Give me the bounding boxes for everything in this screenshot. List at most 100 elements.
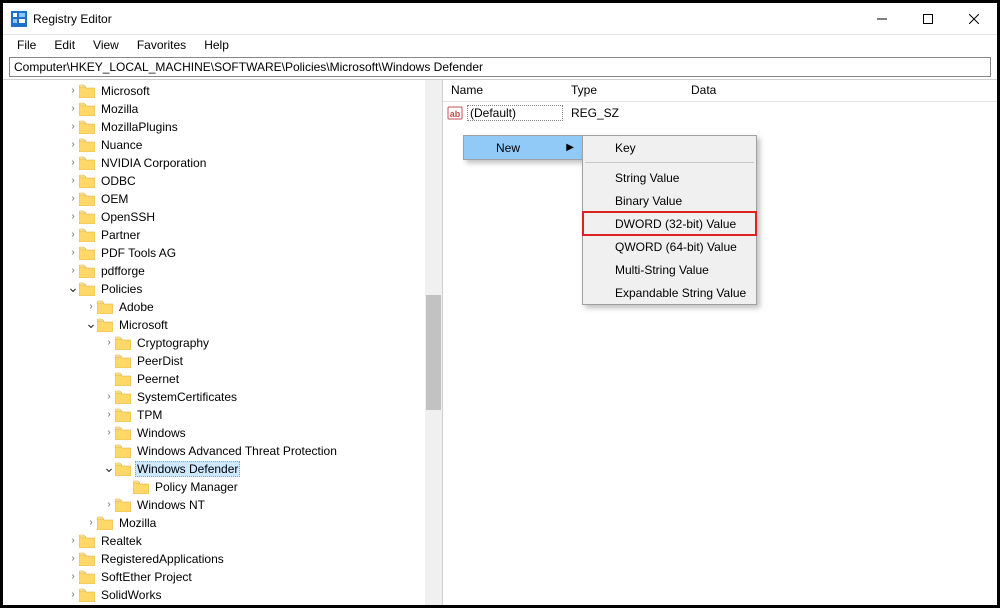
tree-item[interactable]: ›pdfforge [3,262,442,280]
chevron-right-icon[interactable]: › [67,248,79,258]
minimize-button[interactable] [859,3,905,34]
tree-item-label: Realtek [99,534,144,548]
chevron-right-icon[interactable]: › [67,158,79,168]
chevron-right-icon[interactable]: › [67,212,79,222]
tree-pane[interactable]: ›Microsoft›Mozilla›MozillaPlugins›Nuance… [3,80,443,605]
menu-file[interactable]: File [9,36,44,54]
chevron-right-icon[interactable]: › [67,194,79,204]
tree-item-label: RegisteredApplications [99,552,226,566]
context-submenu: Key String ValueBinary Value DWORD (32-bit… [582,135,757,305]
tree-item-label: Peernet [135,372,181,386]
tree-item[interactable]: ›ODBC [3,172,442,190]
chevron-right-icon[interactable]: › [67,266,79,276]
tree-item[interactable]: ›NVIDIA Corporation [3,154,442,172]
context-submenu-label: DWORD (32-bit) Value [615,217,736,231]
chevron-right-icon[interactable]: › [85,302,97,312]
tree-item-label: Nuance [99,138,144,152]
tree-item[interactable]: ›Windows Advanced Threat Protection [3,442,442,460]
chevron-right-icon[interactable]: › [67,104,79,114]
tree-item[interactable]: ›Mozilla [3,100,442,118]
context-submenu-item[interactable]: Expandable String Value [583,281,756,304]
chevron-down-icon[interactable]: ⌄ [103,460,115,474]
menu-favorites[interactable]: Favorites [129,36,194,54]
tree-item[interactable]: ›TPM [3,406,442,424]
tree-item[interactable]: ›PeerDist [3,352,442,370]
folder-icon [115,408,131,422]
folder-icon [79,138,95,152]
context-submenu-label: Expandable String Value [615,286,746,300]
chevron-right-icon[interactable]: › [103,410,115,420]
context-menu-item-new[interactable]: New ▶ [464,136,582,159]
chevron-right-icon[interactable]: › [103,338,115,348]
chevron-down-icon[interactable]: ⌄ [85,316,97,330]
chevron-right-icon[interactable]: › [103,500,115,510]
chevron-right-icon[interactable]: › [67,590,79,600]
tree-item[interactable]: ›PDF Tools AG [3,244,442,262]
tree-item[interactable]: › Realtek [3,532,442,550]
chevron-right-icon[interactable]: › [85,518,97,528]
tree-item-label: Adobe [117,300,156,314]
column-name[interactable]: Name [443,80,563,101]
tree-item[interactable]: ›Mozilla [3,514,442,532]
chevron-right-icon[interactable]: › [67,176,79,186]
tree-item[interactable]: ⌄Microsoft [3,316,442,334]
chevron-right-icon[interactable]: › [103,392,115,402]
value-type: REG_SZ [563,106,683,120]
value-row[interactable]: (Default)REG_SZ [447,104,993,122]
tree-item[interactable]: ⌄Policies [3,280,442,298]
content-area: ›Microsoft›Mozilla›MozillaPlugins›Nuance… [3,79,997,605]
tree-item[interactable]: ⌄Windows Defender [3,460,442,478]
chevron-right-icon[interactable]: › [103,428,115,438]
tree-item[interactable]: ›SoftEther Project [3,568,442,586]
tree-item[interactable]: › Nuance [3,136,442,154]
tree-item[interactable]: ›Windows [3,424,442,442]
tree-item[interactable]: ›Cryptography [3,334,442,352]
tree-item[interactable]: ›OEM [3,190,442,208]
chevron-right-icon[interactable]: › [67,86,79,96]
chevron-right-icon[interactable]: › [67,140,79,150]
value-name: (Default) [467,105,563,121]
tree-item[interactable]: › RegisteredApplications [3,550,442,568]
column-type[interactable]: Type [563,80,683,101]
menu-edit[interactable]: Edit [46,36,83,54]
list-pane[interactable]: Name Type Data (Default)REG_SZ New ▶ Key… [443,80,997,605]
chevron-down-icon[interactable]: ⌄ [67,280,79,294]
tree-item[interactable]: ›SolidWorks [3,586,442,604]
maximize-button[interactable] [905,3,951,34]
chevron-right-icon[interactable]: › [67,536,79,546]
tree-item[interactable]: ›OpenSSH [3,208,442,226]
tree-item-label: Windows Advanced Threat Protection [135,444,339,458]
context-submenu-item[interactable]: Key [583,136,756,159]
column-data[interactable]: Data [683,80,997,101]
chevron-right-icon[interactable]: › [67,572,79,582]
folder-icon [115,336,131,350]
context-submenu-item[interactable]: String Value [583,166,756,189]
menu-view[interactable]: View [85,36,127,54]
context-submenu-item[interactable]: Multi-String Value [583,258,756,281]
context-submenu-item[interactable]: DWORD (32-bit) Value [583,212,756,235]
menu-help[interactable]: Help [196,36,237,54]
folder-icon [79,102,95,116]
address-bar[interactable]: Computer\HKEY_LOCAL_MACHINE\SOFTWARE\Pol… [9,57,991,77]
tree-item[interactable]: ›Policy Manager [3,478,442,496]
context-submenu-item[interactable]: Binary Value [583,189,756,212]
context-submenu-item[interactable]: QWORD (64-bit) Value [583,235,756,258]
tree-item[interactable]: ›Partner [3,226,442,244]
tree-scrollbar[interactable] [425,80,442,605]
registry-editor-window: Registry Editor FileEditViewFavoritesHel… [0,0,1000,608]
scroll-thumb[interactable] [426,295,441,410]
folder-icon [79,282,95,296]
tree-item-label: Windows NT [135,498,207,512]
chevron-right-icon[interactable]: › [67,554,79,564]
tree-item[interactable]: ›MozillaPlugins [3,118,442,136]
tree-item[interactable]: ›Peernet [3,370,442,388]
chevron-right-icon[interactable]: › [67,122,79,132]
tree-item[interactable]: ›Microsoft [3,82,442,100]
folder-icon [79,120,95,134]
tree-item[interactable]: › Adobe [3,298,442,316]
chevron-right-icon[interactable]: › [67,230,79,240]
tree-item[interactable]: ›SystemCertificates [3,388,442,406]
folder-icon [79,156,95,170]
close-button[interactable] [951,3,997,34]
tree-item[interactable]: › Windows NT [3,496,442,514]
